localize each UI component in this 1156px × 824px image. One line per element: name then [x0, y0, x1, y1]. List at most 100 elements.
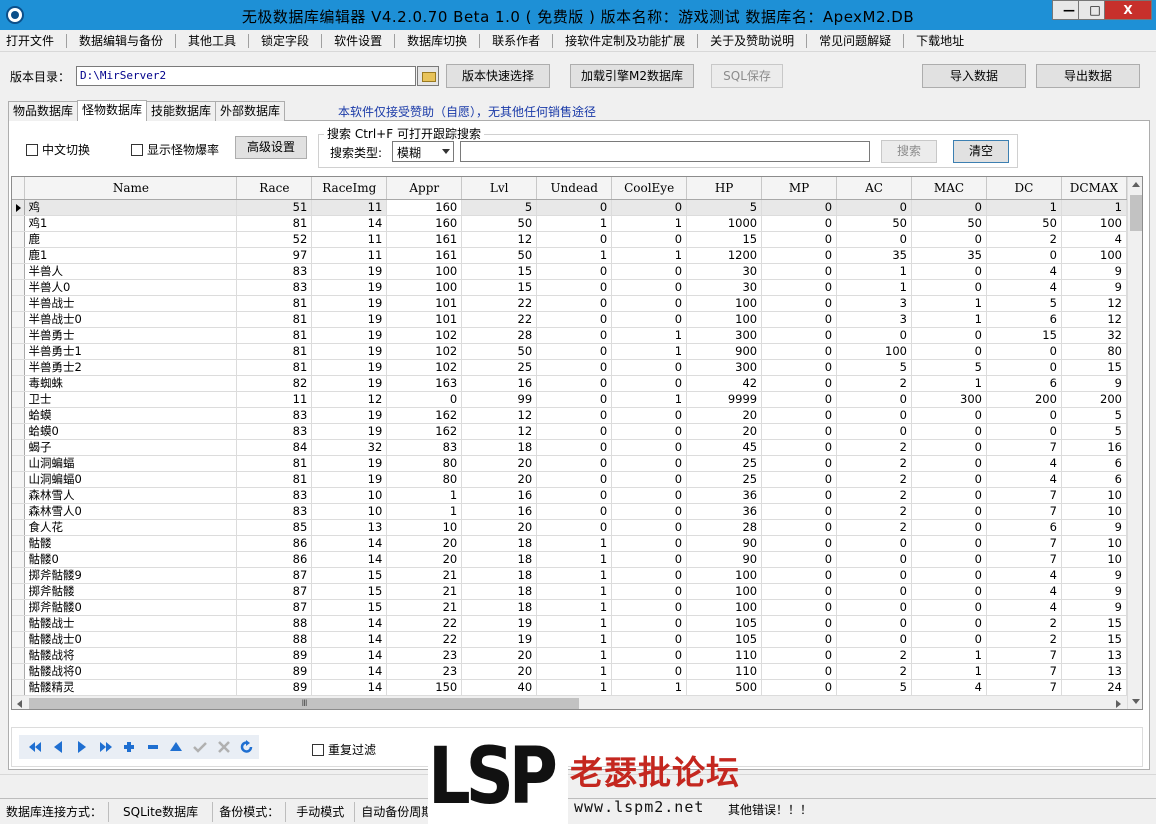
cell-undead[interactable]: 0: [536, 231, 613, 248]
cell-cooleye[interactable]: 0: [611, 231, 688, 248]
row-indicator[interactable]: [12, 375, 26, 392]
table-row[interactable]: 鸡1 81 14 160 50 1 1 1000 0 50 50 50 100: [12, 215, 1127, 232]
cell-raceimg[interactable]: 19: [311, 407, 388, 424]
table-row[interactable]: 鸡 51 11 160 5 0 0 5 0 0 0 1 1: [12, 199, 1127, 216]
cell-ac[interactable]: 2: [836, 439, 912, 456]
cell-dc[interactable]: 15: [986, 327, 1062, 344]
cell-dcmax[interactable]: 6: [1061, 455, 1127, 472]
cell-ac[interactable]: 0: [836, 231, 912, 248]
cell-ac[interactable]: 2: [836, 487, 912, 504]
checkbox-box[interactable]: [131, 143, 143, 156]
path-input[interactable]: D:\MirServer2: [76, 66, 416, 86]
cell-name[interactable]: 蛤蟆0: [24, 423, 238, 440]
cell-raceimg[interactable]: 19: [311, 263, 388, 280]
row-indicator[interactable]: [12, 391, 26, 408]
cell-dc[interactable]: 0: [986, 423, 1062, 440]
cell-hp[interactable]: 100: [686, 599, 763, 616]
first-icon[interactable]: [23, 737, 47, 757]
column-header-undead[interactable]: Undead: [536, 177, 613, 200]
cell-raceimg[interactable]: 14: [311, 535, 388, 552]
table-row[interactable]: 掷斧骷髅0 87 15 21 18 1 0 100 0 0 0 4 9: [12, 599, 1127, 616]
cell-appr[interactable]: 160: [386, 199, 463, 216]
cell-raceimg[interactable]: 11: [311, 199, 388, 216]
cell-dcmax[interactable]: 12: [1061, 311, 1127, 328]
cell-dc[interactable]: 4: [986, 455, 1062, 472]
cell-appr[interactable]: 21: [386, 583, 463, 600]
cell-hp[interactable]: 100: [686, 583, 763, 600]
cell-dc[interactable]: 4: [986, 471, 1062, 488]
row-indicator[interactable]: [12, 599, 26, 616]
menu-item[interactable]: 其他工具: [182, 31, 242, 51]
cell-lvl[interactable]: 18: [461, 535, 538, 552]
cell-ac[interactable]: 0: [836, 583, 912, 600]
cell-mac[interactable]: 0: [911, 231, 987, 248]
cell-ac[interactable]: 0: [836, 631, 912, 648]
cell-raceimg[interactable]: 19: [311, 375, 388, 392]
cell-hp[interactable]: 1000: [686, 215, 763, 232]
cell-mac[interactable]: 0: [911, 599, 987, 616]
cell-lvl[interactable]: 18: [461, 567, 538, 584]
cell-dc[interactable]: 2: [986, 615, 1062, 632]
row-indicator[interactable]: [12, 423, 26, 440]
cell-name[interactable]: 卫士: [24, 391, 238, 408]
cell-name[interactable]: 森林雪人: [24, 487, 238, 504]
cell-undead[interactable]: 0: [536, 279, 613, 296]
cell-mp[interactable]: 0: [761, 615, 838, 632]
menu-item[interactable]: 常见问题解疑: [813, 31, 897, 51]
cell-race[interactable]: 89: [236, 647, 313, 664]
cell-cooleye[interactable]: 1: [611, 215, 688, 232]
table-row[interactable]: 毒蜘蛛 82 19 163 16 0 0 42 0 2 1 6 9: [12, 375, 1127, 392]
cell-appr[interactable]: 102: [386, 359, 463, 376]
row-indicator[interactable]: [12, 663, 26, 680]
cell-dc[interactable]: 7: [986, 439, 1062, 456]
cell-cooleye[interactable]: 1: [611, 327, 688, 344]
cell-race[interactable]: 81: [236, 471, 313, 488]
cell-dc[interactable]: 2: [986, 631, 1062, 648]
column-header-dcmax[interactable]: DCMAX: [1061, 177, 1127, 200]
cell-mac[interactable]: 35: [911, 247, 987, 264]
next-icon[interactable]: [70, 737, 94, 757]
menu-item[interactable]: 软件设置: [328, 31, 388, 51]
cell-mp[interactable]: 0: [761, 263, 838, 280]
cell-dcmax[interactable]: 1: [1061, 199, 1127, 216]
column-header-ac[interactable]: AC: [836, 177, 912, 200]
cell-ac[interactable]: 0: [836, 567, 912, 584]
cell-cooleye[interactable]: 0: [611, 279, 688, 296]
cell-cooleye[interactable]: 0: [611, 439, 688, 456]
row-indicator[interactable]: [12, 567, 26, 584]
vertical-scrollbar[interactable]: [1127, 177, 1142, 709]
sql-save-button[interactable]: SQL保存: [711, 64, 783, 88]
cell-ac[interactable]: 3: [836, 295, 912, 312]
cell-mp[interactable]: 0: [761, 391, 838, 408]
cell-raceimg[interactable]: 14: [311, 679, 388, 696]
scroll-up-icon[interactable]: [1128, 177, 1142, 193]
folder-icon[interactable]: [417, 66, 439, 86]
cell-dc[interactable]: 1: [986, 199, 1062, 216]
cell-race[interactable]: 84: [236, 439, 313, 456]
cell-appr[interactable]: 1: [386, 487, 463, 504]
cell-name[interactable]: 半兽人: [24, 263, 238, 280]
cell-mp[interactable]: 0: [761, 295, 838, 312]
column-header-lvl[interactable]: Lvl: [461, 177, 538, 200]
cell-lvl[interactable]: 50: [461, 247, 538, 264]
cell-race[interactable]: 89: [236, 663, 313, 680]
cell-ac[interactable]: 5: [836, 359, 912, 376]
cell-appr[interactable]: 23: [386, 663, 463, 680]
cell-mp[interactable]: 0: [761, 583, 838, 600]
cell-undead[interactable]: 1: [536, 647, 613, 664]
cell-appr[interactable]: 100: [386, 263, 463, 280]
import-button[interactable]: 导入数据: [922, 64, 1026, 88]
cell-dc[interactable]: 4: [986, 583, 1062, 600]
cell-undead[interactable]: 0: [536, 199, 613, 216]
column-header-dc[interactable]: DC: [986, 177, 1062, 200]
cell-mac[interactable]: 0: [911, 503, 987, 520]
cell-ac[interactable]: 0: [836, 423, 912, 440]
cell-appr[interactable]: 161: [386, 231, 463, 248]
cell-undead[interactable]: 0: [536, 519, 613, 536]
cell-race[interactable]: 83: [236, 407, 313, 424]
cell-cooleye[interactable]: 0: [611, 519, 688, 536]
cell-dcmax[interactable]: 9: [1061, 279, 1127, 296]
cell-cooleye[interactable]: 0: [611, 551, 688, 568]
cell-race[interactable]: 81: [236, 455, 313, 472]
cell-cooleye[interactable]: 0: [611, 199, 688, 216]
